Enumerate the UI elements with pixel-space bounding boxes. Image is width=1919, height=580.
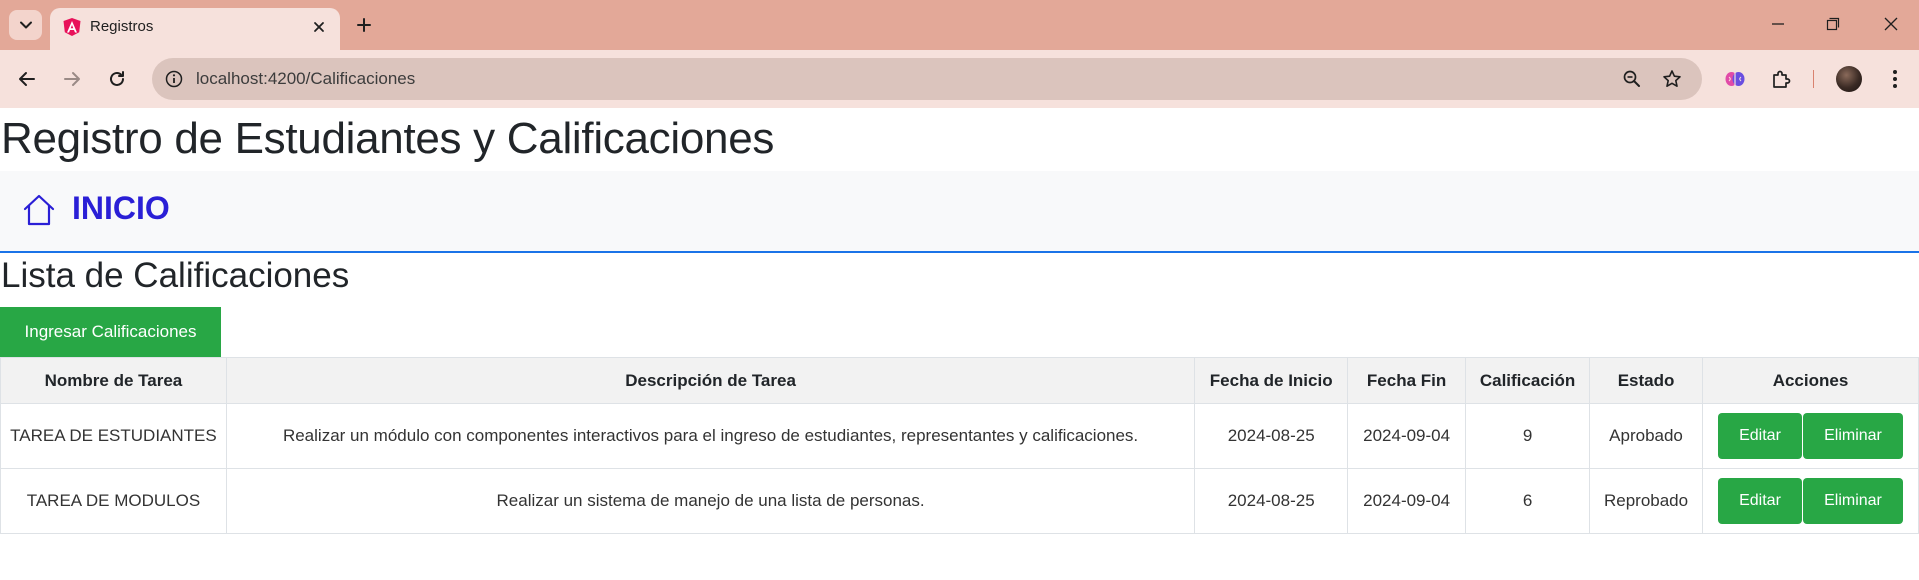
grade-cell: 9 [1465,403,1591,469]
add-grades-button[interactable]: Ingresar Calificaciones [0,307,221,357]
forward-arrow-icon[interactable] [56,63,88,95]
close-tab-icon[interactable] [308,16,330,38]
task-description-cell: Realizar un sistema de manejo de una lis… [225,468,1196,534]
browser-tab[interactable]: Registros [50,8,340,50]
zoom-icon[interactable] [1620,67,1644,91]
chevron-down-icon [19,21,32,29]
new-tab-plus-icon[interactable] [350,11,378,39]
task-name-cell: TAREA DE MODULOS [0,468,227,534]
edit-button[interactable]: Editar [1718,478,1802,524]
section-title: Lista de Calificaciones [1,256,350,295]
page-content: Registro de Estudiantes y Calificaciones… [0,108,1919,580]
restore-icon[interactable] [1810,8,1856,40]
column-header: Descripción de Tarea [225,357,1196,404]
bookmark-star-icon[interactable] [1660,67,1684,91]
delete-button[interactable]: Eliminar [1803,413,1903,459]
brain-extension-icon[interactable] [1719,63,1751,95]
status-cell: Aprobado [1589,403,1704,469]
tab-search-button[interactable] [9,10,42,40]
url-text: localhost:4200/Calificaciones [196,69,416,88]
nav-inicio-link[interactable]: INICIO [72,190,170,227]
task-name-cell: TAREA DE ESTUDIANTES [0,403,227,469]
angular-icon [63,18,81,36]
page-title: Registro de Estudiantes y Calificaciones [1,114,775,163]
tab-title: Registros [90,18,154,35]
edit-button[interactable]: Editar [1718,413,1802,459]
actions-cell: Editar Eliminar [1702,468,1919,534]
column-header: Estado [1589,357,1704,404]
table-row: TAREA DE MODULOS Realizar un sistema de … [0,468,1919,534]
browser-tabstrip: Registros [0,0,1919,50]
column-header: Fecha Fin [1347,357,1467,404]
back-arrow-icon[interactable] [11,63,43,95]
column-header: Nombre de Tarea [0,357,227,404]
more-menu-icon[interactable] [1879,63,1911,95]
extensions-puzzle-icon[interactable] [1765,63,1797,95]
start-date-cell: 2024-08-25 [1194,403,1349,469]
grades-table: Nombre de Tarea Descripción de Tarea Fec… [0,357,1919,534]
table-row: TAREA DE ESTUDIANTES Realizar un módulo … [0,403,1919,469]
reload-icon[interactable] [101,63,133,95]
column-header: Fecha de Inicio [1194,357,1349,404]
grade-cell: 6 [1465,468,1591,534]
minimize-icon[interactable] [1755,8,1801,40]
end-date-cell: 2024-09-04 [1347,403,1467,469]
column-header: Calificación [1465,357,1591,404]
profile-avatar[interactable] [1836,66,1862,92]
browser-toolbar: localhost:4200/Calificaciones [0,50,1919,108]
end-date-cell: 2024-09-04 [1347,468,1467,534]
close-window-icon[interactable] [1868,8,1914,40]
status-cell: Reprobado [1589,468,1704,534]
actions-cell: Editar Eliminar [1702,403,1919,469]
task-description-cell: Realizar un módulo con componentes inter… [225,403,1196,469]
address-bar[interactable]: localhost:4200/Calificaciones [152,58,1702,100]
site-info-icon[interactable] [162,67,186,91]
start-date-cell: 2024-08-25 [1194,468,1349,534]
home-icon[interactable] [22,193,56,227]
table-header-row: Nombre de Tarea Descripción de Tarea Fec… [0,357,1919,404]
delete-button[interactable]: Eliminar [1803,478,1903,524]
column-header: Acciones [1702,357,1919,404]
navbar: INICIO [0,171,1919,253]
toolbar-divider [1813,70,1814,88]
